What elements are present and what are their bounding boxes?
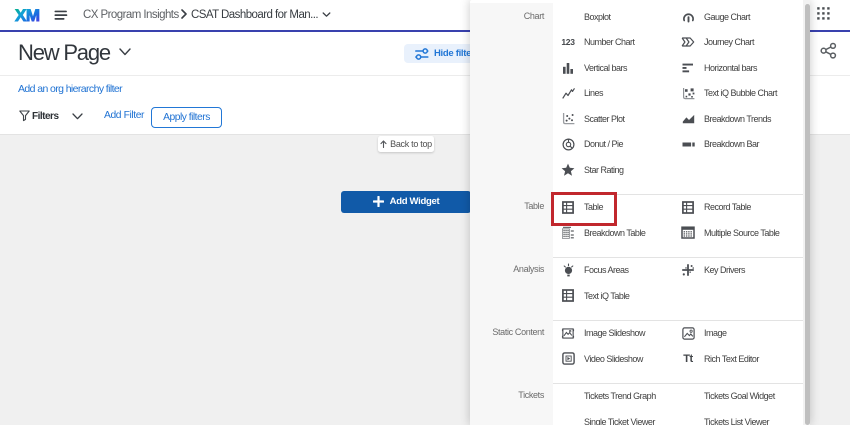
svg-text:XM: XM <box>15 6 40 25</box>
